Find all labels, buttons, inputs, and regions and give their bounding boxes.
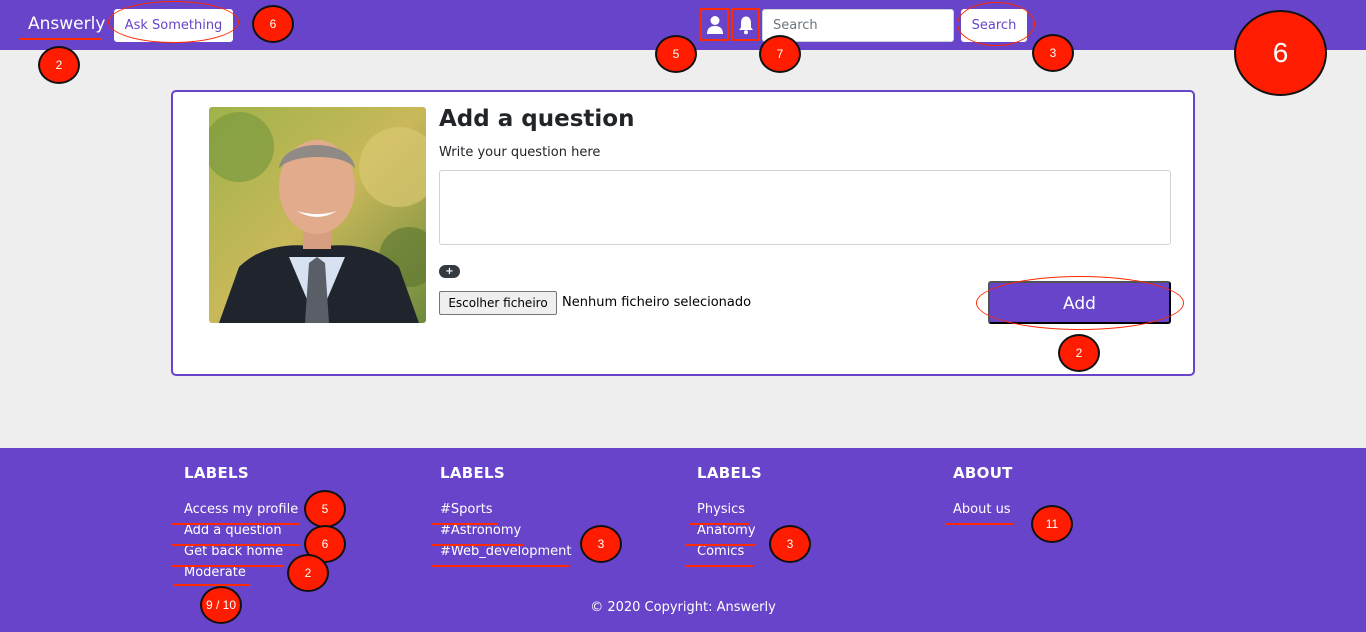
annotation-ring: [108, 1, 239, 43]
footer-column-labels-3: LABELS Physics Anatomy Comics: [697, 464, 762, 562]
footer-link-about-us[interactable]: About us: [953, 502, 1011, 517]
choose-file-button[interactable]: Escolher ficheiro: [439, 291, 557, 315]
annotation-marker: 2: [1058, 334, 1100, 372]
footer-link-anatomy[interactable]: Anatomy: [697, 523, 756, 538]
annotation-underline: [685, 544, 755, 546]
annotation-marker: 3: [1032, 34, 1074, 72]
footer-heading: LABELS: [184, 464, 250, 482]
annotation-underline: [690, 523, 750, 525]
footer-heading: LABELS: [440, 464, 506, 482]
footer-heading: LABELS: [697, 464, 763, 482]
form-title: Add a question: [439, 106, 635, 132]
annotation-underline: [431, 565, 569, 567]
annotation-marker-large: 6: [1234, 10, 1327, 96]
footer-link-home[interactable]: Get back home: [184, 544, 283, 559]
annotation-underline: [431, 544, 523, 546]
footer-link-moderate[interactable]: Moderate: [184, 565, 246, 580]
footer-link-physics[interactable]: Physics: [697, 502, 745, 517]
annotation-marker: 3: [580, 525, 622, 563]
annotation-underline: [945, 523, 1013, 525]
footer-column-about: ABOUT About us: [953, 464, 1013, 520]
annotation-underline: [685, 565, 753, 567]
annotation-marker: 5: [304, 490, 346, 528]
add-tag-button[interactable]: +: [439, 265, 460, 278]
footer-link-sports[interactable]: #Sports: [440, 502, 493, 517]
question-textarea[interactable]: [439, 170, 1171, 245]
user-photo: [209, 107, 426, 323]
annotation-marker: 2: [38, 46, 80, 84]
brand-logo[interactable]: Answerly: [28, 14, 105, 34]
footer-link-add-question[interactable]: Add a question: [184, 523, 282, 538]
file-status-text: Nenhum ficheiro selecionado: [562, 295, 752, 310]
annotation-underline: [174, 584, 250, 586]
annotation-box: [700, 8, 729, 41]
annotation-marker: 6: [252, 5, 294, 43]
annotation-ring: [976, 276, 1184, 330]
annotation-underline: [172, 523, 300, 525]
annotation-underline: [20, 38, 102, 40]
annotation-marker: 9 / 10: [200, 586, 242, 624]
annotation-marker: 7: [759, 35, 801, 73]
portrait-image: [209, 107, 426, 323]
footer-link-astronomy[interactable]: #Astronomy: [440, 523, 521, 538]
annotation-marker: 2: [287, 554, 329, 592]
footer-link-comics[interactable]: Comics: [697, 544, 744, 559]
annotation-marker: 3: [769, 525, 811, 563]
annotation-box: [731, 8, 760, 41]
form-subtitle: Write your question here: [439, 145, 601, 160]
annotation-underline: [172, 565, 284, 567]
footer-heading: ABOUT: [953, 464, 1013, 482]
annotation-underline: [431, 523, 497, 525]
annotation-ring: [957, 2, 1035, 46]
annotation-marker: 5: [655, 35, 697, 73]
annotation-underline: [172, 544, 300, 546]
footer-link-profile[interactable]: Access my profile: [184, 502, 298, 517]
footer-link-web-development[interactable]: #Web_development: [440, 544, 572, 559]
footer-column-labels-2: LABELS #Sports #Astronomy #Web_developme…: [440, 464, 572, 562]
annotation-marker: 11: [1031, 505, 1073, 543]
